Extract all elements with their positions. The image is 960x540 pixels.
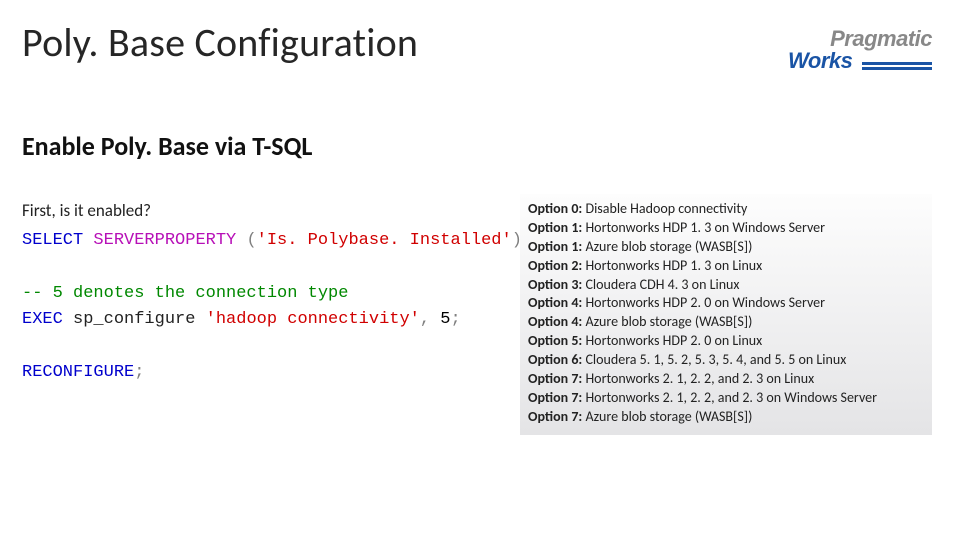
option-value: Azure blob storage (WASB[S]) — [582, 408, 752, 425]
code-comment: -- 5 denotes the connection type — [22, 284, 348, 303]
option-value: Hortonworks 2. 1, 2. 2, and 2. 3 on Wind… — [582, 389, 877, 406]
slide: Poly. Base Configuration Pragmatic Works… — [0, 0, 960, 540]
option-key: Option 1: — [528, 238, 582, 255]
option-value: Hortonworks HDP 2. 0 on Linux — [582, 332, 762, 349]
option-value: Disable Hadoop connectivity — [582, 200, 747, 217]
code-semi: ; — [134, 363, 144, 382]
option-row: Option 0: Disable Hadoop connectivity — [528, 200, 924, 219]
option-value: Hortonworks HDP 2. 0 on Windows Server — [582, 294, 825, 311]
page-title: Poly. Base Configuration — [22, 18, 418, 67]
logo-line1: Pragmatic — [788, 28, 932, 50]
code-number: 5 — [430, 310, 450, 329]
logo-line2: Works — [788, 48, 852, 73]
option-key: Option 1: — [528, 219, 582, 236]
option-row: Option 4: Azure blob storage (WASB[S]) — [528, 313, 924, 332]
code-text: sp_configure — [63, 310, 206, 329]
section-title: Enable Poly. Base via T-SQL — [22, 130, 312, 162]
code-string: 'Is. Polybase. Installed' — [257, 231, 512, 250]
option-key: Option 7: — [528, 408, 582, 425]
option-value: Azure blob storage (WASB[S]) — [582, 238, 752, 255]
logo-bars-icon — [862, 62, 932, 66]
logo-line2-wrap: Works — [788, 50, 932, 73]
option-key: Option 3: — [528, 276, 582, 293]
option-key: Option 4: — [528, 294, 582, 311]
code-comma: , — [420, 310, 430, 329]
option-row: Option 6: Cloudera 5. 1, 5. 2, 5. 3, 5. … — [528, 351, 924, 370]
option-value: Hortonworks HDP 1. 3 on Linux — [582, 257, 762, 274]
option-row: Option 7: Azure blob storage (WASB[S]) — [528, 408, 924, 427]
option-value: Hortonworks HDP 1. 3 on Windows Server — [582, 219, 825, 236]
option-key: Option 0: — [528, 200, 582, 217]
option-value: Cloudera CDH 4. 3 on Linux — [582, 276, 739, 293]
option-key: Option 7: — [528, 370, 582, 387]
option-key: Option 2: — [528, 257, 582, 274]
code-paren: ( — [246, 231, 256, 250]
code-keyword: SELECT — [22, 231, 83, 250]
code-block: SELECT SERVERPROPERTY ('Is. Polybase. In… — [22, 228, 522, 386]
code-keyword: RECONFIGURE — [22, 363, 134, 382]
code-keyword: EXEC — [22, 310, 63, 329]
option-value: Azure blob storage (WASB[S]) — [582, 313, 752, 330]
option-key: Option 7: — [528, 389, 582, 406]
option-key: Option 6: — [528, 351, 582, 368]
option-key: Option 5: — [528, 332, 582, 349]
option-row: Option 4: Hortonworks HDP 2. 0 on Window… — [528, 294, 924, 313]
code-semi: ; — [451, 310, 461, 329]
option-value: Cloudera 5. 1, 5. 2, 5. 3, 5. 4, and 5. … — [582, 351, 846, 368]
option-row: Option 1: Azure blob storage (WASB[S]) — [528, 238, 924, 257]
option-row: Option 5: Hortonworks HDP 2. 0 on Linux — [528, 332, 924, 351]
option-value: Hortonworks 2. 1, 2. 2, and 2. 3 on Linu… — [582, 370, 814, 387]
brand-logo: Pragmatic Works — [788, 28, 932, 73]
option-row: Option 2: Hortonworks HDP 1. 3 on Linux — [528, 257, 924, 276]
subtext: First, is it enabled? — [22, 200, 151, 221]
option-row: Option 1: Hortonworks HDP 1. 3 on Window… — [528, 219, 924, 238]
option-row: Option 7: Hortonworks 2. 1, 2. 2, and 2.… — [528, 389, 924, 408]
options-panel: Option 0: Disable Hadoop connectivityOpt… — [520, 194, 932, 435]
option-row: Option 7: Hortonworks 2. 1, 2. 2, and 2.… — [528, 370, 924, 389]
code-func: SERVERPROPERTY — [93, 231, 236, 250]
code-string: 'hadoop connectivity' — [206, 310, 420, 329]
option-key: Option 4: — [528, 313, 582, 330]
option-row: Option 3: Cloudera CDH 4. 3 on Linux — [528, 276, 924, 295]
